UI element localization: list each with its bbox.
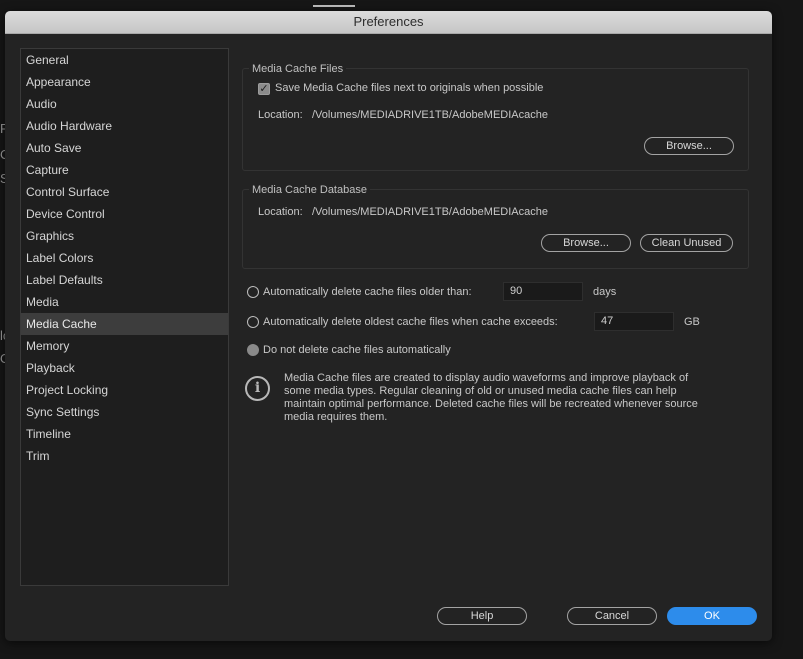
delete-exceeds-radio[interactable] — [247, 316, 259, 328]
sidebar-item-label-colors[interactable]: Label Colors — [21, 247, 228, 269]
sidebar-item-appearance[interactable]: Appearance — [21, 71, 228, 93]
do-not-delete-radio[interactable] — [247, 344, 259, 356]
database-location-value: /Volumes/MEDIADRIVE1TB/AdobeMEDIAcache — [312, 206, 548, 218]
preferences-sidebar: General Appearance Audio Audio Hardware … — [20, 48, 229, 586]
files-browse-button[interactable]: Browse... — [644, 137, 734, 155]
sidebar-item-auto-save[interactable]: Auto Save — [21, 137, 228, 159]
clean-unused-button[interactable]: Clean Unused — [640, 234, 733, 252]
sidebar-item-graphics[interactable]: Graphics — [21, 225, 228, 247]
media-cache-files-title: Media Cache Files — [249, 62, 347, 76]
sidebar-item-playback[interactable]: Playback — [21, 357, 228, 379]
sidebar-item-audio-hardware[interactable]: Audio Hardware — [21, 115, 228, 137]
sidebar-item-memory[interactable]: Memory — [21, 335, 228, 357]
background-window-indicator — [313, 5, 355, 7]
sidebar-item-capture[interactable]: Capture — [21, 159, 228, 181]
do-not-delete-label: Do not delete cache files automatically — [263, 344, 451, 356]
sidebar-item-sync-settings[interactable]: Sync Settings — [21, 401, 228, 423]
sidebar-item-audio[interactable]: Audio — [21, 93, 228, 115]
media-cache-files-group: Media Cache Files ✓ Save Media Cache fil… — [242, 62, 749, 171]
media-cache-database-group: Media Cache Database Location: /Volumes/… — [242, 183, 749, 269]
ok-button[interactable]: OK — [667, 607, 757, 625]
files-location-label: Location: — [258, 109, 303, 121]
delete-exceeds-label: Automatically delete oldest cache files … — [263, 316, 558, 328]
delete-exceeds-unit: GB — [684, 316, 700, 328]
sidebar-item-media[interactable]: Media — [21, 291, 228, 313]
sidebar-item-trim[interactable]: Trim — [21, 445, 228, 467]
dialog-title-bar[interactable]: Preferences — [5, 11, 772, 34]
preferences-dialog: Preferences General Appearance Audio Aud… — [5, 11, 772, 641]
database-browse-button[interactable]: Browse... — [541, 234, 631, 252]
delete-older-days-input[interactable]: 90 — [503, 282, 583, 301]
help-button[interactable]: Help — [437, 607, 527, 625]
sidebar-item-general[interactable]: General — [21, 49, 228, 71]
sidebar-item-timeline[interactable]: Timeline — [21, 423, 228, 445]
sidebar-item-device-control[interactable]: Device Control — [21, 203, 228, 225]
info-text: Media Cache files are created to display… — [284, 372, 698, 423]
info-icon: i — [245, 376, 270, 401]
sidebar-item-label-defaults[interactable]: Label Defaults — [21, 269, 228, 291]
database-location-label: Location: — [258, 206, 303, 218]
delete-older-label: Automatically delete cache files older t… — [263, 286, 472, 298]
save-next-to-originals-label: Save Media Cache files next to originals… — [275, 82, 544, 94]
sidebar-item-media-cache[interactable]: Media Cache — [21, 313, 228, 335]
files-location-value: /Volumes/MEDIADRIVE1TB/AdobeMEDIAcache — [312, 109, 548, 121]
media-cache-database-title: Media Cache Database — [249, 183, 370, 197]
dialog-title: Preferences — [353, 14, 424, 29]
delete-older-radio[interactable] — [247, 286, 259, 298]
sidebar-item-project-locking[interactable]: Project Locking — [21, 379, 228, 401]
cancel-button[interactable]: Cancel — [567, 607, 657, 625]
save-next-to-originals-checkbox[interactable]: ✓ — [258, 83, 270, 95]
delete-exceeds-gb-input[interactable]: 47 — [594, 312, 674, 331]
sidebar-item-control-surface[interactable]: Control Surface — [21, 181, 228, 203]
delete-older-unit: days — [593, 286, 617, 298]
